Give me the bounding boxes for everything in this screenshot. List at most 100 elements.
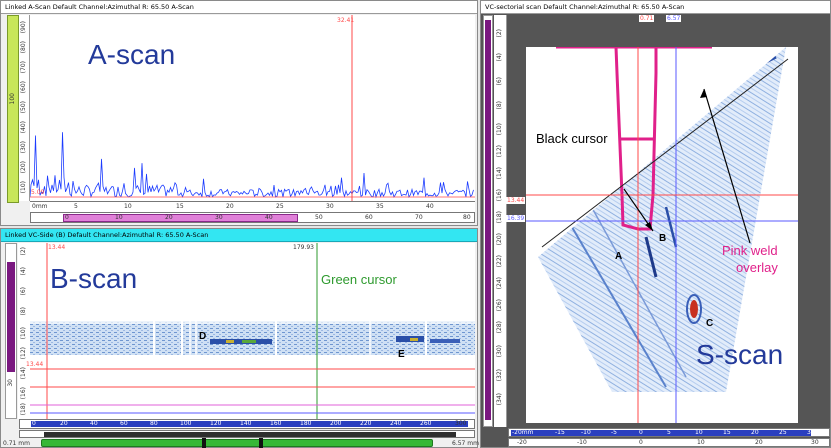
ascan-label: A-scan bbox=[88, 39, 176, 70]
bscan-vtick: (12) bbox=[20, 347, 27, 360]
ascan-axis-bottom[interactable]: 0 10 20 30 40 50 60 70 80 bbox=[30, 212, 475, 223]
ascan-axis-tick: 25 bbox=[276, 203, 284, 210]
sscan-vtick: (10) bbox=[496, 123, 503, 136]
ascan-axis-tick: 15 bbox=[176, 203, 184, 210]
ascan-gate-value: 5.09 bbox=[31, 189, 45, 196]
ascan-axis-tick: 60 bbox=[365, 214, 373, 221]
bscan-htick: 80 bbox=[150, 420, 158, 427]
sscan-vtick: (22) bbox=[496, 255, 503, 268]
sscan-htick-bottom: -20 bbox=[517, 439, 527, 446]
sscan-htick: -20mm bbox=[512, 429, 534, 436]
sscan-htick: 20 bbox=[751, 429, 759, 436]
bscan-axis[interactable]: 0 20 40 60 80 100 120 140 160 180 200 22… bbox=[19, 419, 475, 429]
ascan-vtick: (20) bbox=[20, 161, 27, 174]
bscan-htick: 100 bbox=[180, 420, 192, 427]
ascan-plot[interactable]: 32.41 5.09 A-scan bbox=[29, 15, 475, 201]
sscan-htick: 10 bbox=[695, 429, 703, 436]
ascan-amplitude-ruler: (90) (80) (70) (60) (50) (40) (30) (20) … bbox=[19, 15, 30, 201]
sscan-htick: -10 bbox=[581, 429, 591, 436]
ascan-axis-tick: 20 bbox=[226, 203, 234, 210]
sscan-left-ruler[interactable] bbox=[483, 15, 493, 427]
ascan-axis-tick: 30 bbox=[215, 214, 223, 221]
bscan-label: B-scan bbox=[50, 263, 138, 294]
bscan-htick: 60 bbox=[120, 420, 128, 427]
ascan-vtick: (80) bbox=[20, 41, 27, 54]
ascan-vtick: (90) bbox=[20, 21, 27, 34]
bscan-cursor-value: 179.93 bbox=[293, 244, 314, 251]
sscan-axis-top[interactable]: -20mm -15 -10 -5 0 5 10 15 20 25 30 bbox=[508, 428, 830, 437]
bscan-scrollbar[interactable] bbox=[19, 430, 475, 438]
ascan-axis-tick: 40 bbox=[426, 203, 434, 210]
sscan-ruler-range[interactable] bbox=[485, 20, 491, 420]
bscan-letter-d: D bbox=[199, 331, 207, 342]
sscan-htick-bottom: 0 bbox=[639, 439, 643, 446]
sscan-top-value-red: 0.71 bbox=[639, 15, 655, 22]
sscan-plot[interactable]: Black cursor Pink weld overlay A B C S-s… bbox=[496, 7, 826, 423]
bscan-vtick: (8) bbox=[20, 307, 27, 316]
bscan-htick: 200 bbox=[330, 420, 342, 427]
ascan-panel: Linked A-Scan Default Channel:Azimuthal … bbox=[0, 0, 478, 226]
bscan-hline-value: 13.44 bbox=[26, 361, 44, 368]
sscan-htick: -5 bbox=[611, 429, 617, 436]
sscan-vtick: (28) bbox=[496, 321, 503, 334]
ascan-vtick: (60) bbox=[20, 81, 27, 94]
pink-overlay-label-2: overlay bbox=[736, 260, 778, 275]
sscan-htick: 30 bbox=[807, 429, 815, 436]
bscan-plot[interactable]: 13.44 179.93 13.44 B-scan Green cursor D… bbox=[26, 243, 475, 419]
bscan-scroll-thumb[interactable] bbox=[44, 432, 456, 437]
sscan-title: VC-sectorial scan Default Channel:Azimut… bbox=[481, 1, 830, 14]
bscan-vtick: (6) bbox=[20, 287, 27, 296]
bscan-axis-end: 300 bbox=[455, 420, 467, 427]
bscan-panel: Linked VC-Side (B) Default Channel:Azimu… bbox=[0, 228, 479, 448]
bscan-letter-e: E bbox=[398, 349, 405, 360]
sscan-vtick: (26) bbox=[496, 299, 503, 312]
ascan-axis-unit: 0mm bbox=[32, 203, 48, 210]
ascan-vtick: (10) bbox=[20, 181, 27, 194]
sscan-indication-c bbox=[690, 300, 698, 318]
bscan-vtick: (2) bbox=[20, 247, 27, 256]
sscan-vtick: (12) bbox=[496, 145, 503, 158]
sscan-letter-b: B bbox=[659, 233, 667, 244]
sscan-htick: 15 bbox=[723, 429, 731, 436]
ascan-axis-range-bar[interactable] bbox=[63, 214, 298, 222]
sscan-vtick: (14) bbox=[496, 167, 503, 180]
ascan-axis-tick: 20 bbox=[165, 214, 173, 221]
bscan-htick: 160 bbox=[270, 420, 282, 427]
sscan-htick: 25 bbox=[779, 429, 787, 436]
sscan-vtick: (8) bbox=[496, 101, 503, 110]
ascan-axis-tick: 10 bbox=[115, 214, 123, 221]
ascan-axis-tick: 5 bbox=[74, 203, 78, 210]
ascan-axis-tick: 70 bbox=[415, 214, 423, 221]
bscan-htick: 20 bbox=[60, 420, 68, 427]
ascan-axis-tick: 40 bbox=[265, 214, 273, 221]
bscan-indication-d bbox=[210, 339, 272, 344]
ascan-cursor-value: 32.41 bbox=[337, 17, 355, 24]
sscan-htick-bottom: 30 bbox=[811, 439, 819, 446]
sscan-vtick: (34) bbox=[496, 393, 503, 406]
sscan-letter-c: C bbox=[706, 318, 714, 329]
bscan-htick: 40 bbox=[90, 420, 98, 427]
sscan-letter-a: A bbox=[615, 251, 623, 262]
sscan-htick-bottom: -10 bbox=[577, 439, 587, 446]
bscan-htick: 120 bbox=[210, 420, 222, 427]
bscan-title: Linked VC-Side (B) Default Channel:Azimu… bbox=[1, 229, 477, 242]
bscan-range-handle-left[interactable] bbox=[202, 438, 206, 448]
bscan-range-handle-right[interactable] bbox=[259, 438, 263, 448]
sscan-panel: VC-sectorial scan Default Channel:Azimut… bbox=[480, 0, 831, 448]
bscan-htick: 140 bbox=[240, 420, 252, 427]
ascan-axis-tick: 10 bbox=[124, 203, 132, 210]
ascan-axis-tick: 80 bbox=[463, 214, 471, 221]
ascan-vtick: (50) bbox=[20, 101, 27, 114]
bscan-left-ruler[interactable] bbox=[5, 243, 17, 419]
sscan-label: S-scan bbox=[696, 339, 784, 370]
ascan-axis-top: 0mm 5 10 15 20 25 30 35 40 bbox=[30, 201, 475, 212]
bscan-bottom-left: 0.71 mm bbox=[3, 440, 30, 447]
sscan-htick-bottom: 10 bbox=[697, 439, 705, 446]
sscan-htick: 5 bbox=[667, 429, 671, 436]
bscan-range-bar[interactable] bbox=[41, 438, 433, 448]
bscan-htick: 240 bbox=[390, 420, 402, 427]
sscan-vtick: (32) bbox=[496, 369, 503, 382]
ascan-left-ruler[interactable] bbox=[7, 15, 19, 203]
bscan-ruler-range[interactable] bbox=[7, 262, 15, 372]
bscan-bottom-right: 6.57 mm bbox=[452, 440, 479, 447]
